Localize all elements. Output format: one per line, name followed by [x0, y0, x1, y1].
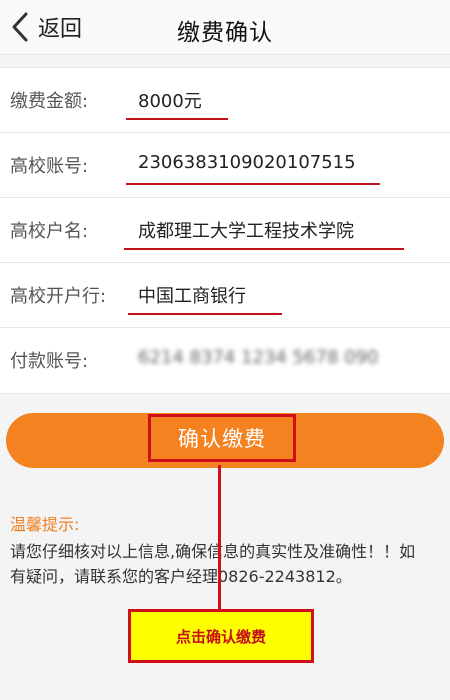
university-account-value: 2306383109020107515: [138, 152, 356, 173]
amount-value: 8000元: [138, 91, 202, 112]
payment-details: 缴费金额: 8000元 高校账号: 2306383109020107515 高校…: [0, 67, 450, 394]
underline-mark: [128, 313, 282, 315]
tips-title: 温馨提示:: [10, 515, 80, 534]
underline-mark: [126, 118, 228, 120]
university-account-label: 高校账号:: [10, 156, 89, 177]
row-university-account: 高校账号: 2306383109020107515: [0, 133, 450, 198]
university-name-label: 高校户名:: [10, 221, 89, 242]
bank-label: 高校开户行:: [10, 286, 107, 307]
row-payer-account: 付款账号: 6214 8374 1234 5678 090: [0, 328, 450, 393]
bank-value: 中国工商银行: [138, 286, 246, 307]
underline-mark: [124, 248, 404, 250]
page-title: 缴费确认: [177, 20, 273, 46]
university-name-value: 成都理工大学工程技术学院: [138, 221, 354, 242]
annotation-connector: [218, 465, 221, 611]
payer-account-label: 付款账号:: [10, 351, 89, 372]
confirm-pay-label[interactable]: 确认缴费: [148, 414, 296, 462]
top-bar: 返回 缴费确认: [0, 0, 450, 55]
payer-account-value: 6214 8374 1234 5678 090: [138, 347, 379, 368]
annotation-callout: 点击确认缴费: [128, 609, 314, 663]
underline-mark: [126, 183, 380, 185]
row-university-name: 高校户名: 成都理工大学工程技术学院: [0, 198, 450, 263]
row-bank: 高校开户行: 中国工商银行: [0, 263, 450, 328]
row-amount: 缴费金额: 8000元: [0, 68, 450, 133]
amount-label: 缴费金额:: [10, 91, 89, 112]
